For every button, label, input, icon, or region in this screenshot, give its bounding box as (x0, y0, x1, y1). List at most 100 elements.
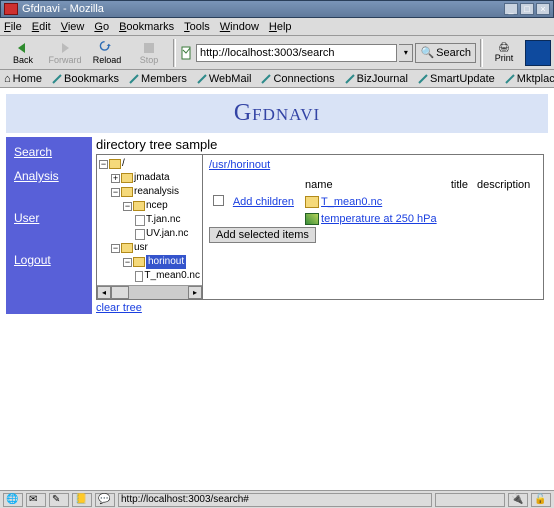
bookmark-slash-icon (345, 74, 355, 84)
menu-tools[interactable]: Tools (184, 21, 210, 33)
tree-hscrollbar[interactable]: ◂ ▸ (97, 285, 202, 299)
bm-members[interactable]: Members (129, 73, 187, 85)
bm-webmail[interactable]: WebMail (197, 73, 252, 85)
status-irc-icon[interactable]: 💬 (95, 493, 115, 507)
menu-file[interactable]: File (4, 21, 22, 33)
bm-bookmarks[interactable]: Bookmarks (52, 73, 119, 85)
bm-connections[interactable]: Connections (261, 73, 334, 85)
col-name: name (301, 177, 447, 193)
back-button[interactable]: Back (3, 38, 43, 68)
file-icon (135, 271, 143, 282)
collapse-icon[interactable]: − (111, 244, 120, 253)
stop-icon (141, 41, 157, 55)
folder-icon (133, 201, 145, 211)
clear-tree-link[interactable]: clear tree (96, 302, 142, 314)
scroll-left-icon[interactable]: ◂ (97, 286, 111, 299)
bookmark-slash-icon (418, 74, 428, 84)
search-icon: 🔍 (420, 46, 434, 59)
tree-node[interactable]: −ncep (99, 199, 200, 213)
scroll-right-icon[interactable]: ▸ (188, 286, 202, 299)
status-text: http://localhost:3003/search# (118, 493, 432, 507)
tree-node[interactable]: +jmadata (99, 171, 200, 185)
status-addr-icon[interactable]: 📒 (72, 493, 92, 507)
close-button[interactable]: × (536, 3, 550, 15)
maximize-button[interactable]: □ (520, 3, 534, 15)
status-compose-icon[interactable]: ✎ (49, 493, 69, 507)
stop-button[interactable]: Stop (129, 38, 169, 68)
url-bar: ▾ (180, 44, 413, 62)
bm-bizjournal[interactable]: BizJournal (345, 73, 408, 85)
app-title: Gfdnavi (6, 94, 548, 133)
url-dropdown[interactable]: ▾ (399, 44, 413, 62)
status-nav-icon[interactable]: 🌐 (3, 493, 23, 507)
url-input[interactable] (196, 44, 397, 62)
bookmarks-toolbar: ⌂Home Bookmarks Members WebMail Connecti… (0, 70, 554, 88)
bm-smartupdate[interactable]: SmartUpdate (418, 73, 495, 85)
toolbar: Back Forward Reload Stop ▾ 🔍Search 🖨Prin… (0, 36, 554, 70)
file-icon (135, 229, 145, 240)
bm-mktplace[interactable]: Mktplace (505, 73, 554, 85)
variable-icon (305, 213, 319, 225)
file-icon (135, 215, 145, 226)
collapse-icon[interactable]: − (123, 202, 132, 211)
folder-icon (121, 173, 133, 183)
detail-pane: /usr/horinout name title description Add… (203, 155, 543, 299)
add-selected-button[interactable]: Add selected items (209, 227, 316, 243)
expand-icon[interactable]: + (111, 174, 120, 183)
tree-leaf[interactable]: UV.jan.nc (99, 227, 200, 241)
menu-edit[interactable]: Edit (32, 21, 51, 33)
bm-home[interactable]: ⌂Home (4, 73, 42, 85)
folder-icon (109, 159, 121, 169)
tree-node-selected[interactable]: −horinout (99, 255, 200, 269)
mozilla-throbber-icon (525, 40, 551, 66)
menu-go[interactable]: Go (94, 21, 109, 33)
forward-button[interactable]: Forward (45, 38, 85, 68)
path-link[interactable]: /usr/horinout (209, 159, 270, 171)
window-titlebar: Gfdnavi - Mozilla _ □ × (0, 0, 554, 18)
status-mail-icon[interactable]: ✉ (26, 493, 46, 507)
home-icon: ⌂ (4, 73, 11, 85)
sidebar-item-user[interactable]: User (14, 211, 92, 225)
bookmark-slash-icon (261, 74, 271, 84)
table-row: Add children T_mean0.nc (209, 193, 537, 211)
sidebar-item-logout[interactable]: Logout (14, 253, 92, 267)
menu-bookmarks[interactable]: Bookmarks (119, 21, 174, 33)
folder-icon (305, 196, 319, 208)
tree-node-root[interactable]: −/ (99, 157, 200, 171)
tree-pane: −/ +jmadata −reanalysis −ncep T.jan.nc U… (97, 155, 203, 299)
reload-icon (99, 41, 115, 55)
tree-leaf[interactable]: T.jan.nc (99, 213, 200, 227)
forward-icon (57, 41, 73, 55)
add-children-link[interactable]: Add children (233, 196, 294, 208)
sidebar-item-analysis[interactable]: Analysis (14, 169, 92, 183)
tree-leaf[interactable]: T_mean0.nc (99, 269, 200, 283)
page-heading: directory tree sample (96, 137, 544, 152)
row-checkbox[interactable] (213, 195, 224, 206)
sidebar-item-search[interactable]: Search (14, 145, 92, 159)
search-button[interactable]: 🔍Search (415, 43, 476, 63)
col-description: description (473, 177, 537, 193)
app-icon (4, 3, 18, 15)
folder-icon (121, 187, 133, 197)
bookmark-icon[interactable] (180, 46, 194, 60)
menu-window[interactable]: Window (220, 21, 259, 33)
reload-button[interactable]: Reload (87, 38, 127, 68)
bookmark-slash-icon (505, 74, 515, 84)
tree-node[interactable]: −reanalysis (99, 185, 200, 199)
status-online-icon[interactable]: 🔌 (508, 493, 528, 507)
bookmark-slash-icon (129, 74, 139, 84)
collapse-icon[interactable]: − (111, 188, 120, 197)
print-button[interactable]: 🖨Print (487, 42, 521, 63)
item-link[interactable]: T_mean0.nc (321, 196, 382, 208)
menu-view[interactable]: View (61, 21, 85, 33)
menu-help[interactable]: Help (269, 21, 292, 33)
minimize-button[interactable]: _ (504, 3, 518, 15)
window-title: Gfdnavi - Mozilla (22, 3, 504, 15)
status-progress (435, 493, 505, 507)
status-lock-icon[interactable]: 🔓 (531, 493, 551, 507)
item-link[interactable]: temperature at 250 hPa (321, 213, 437, 225)
collapse-icon[interactable]: − (123, 258, 132, 267)
collapse-icon[interactable]: − (99, 160, 108, 169)
menu-bar: File Edit View Go Bookmarks Tools Window… (0, 18, 554, 36)
tree-node[interactable]: −usr (99, 241, 200, 255)
